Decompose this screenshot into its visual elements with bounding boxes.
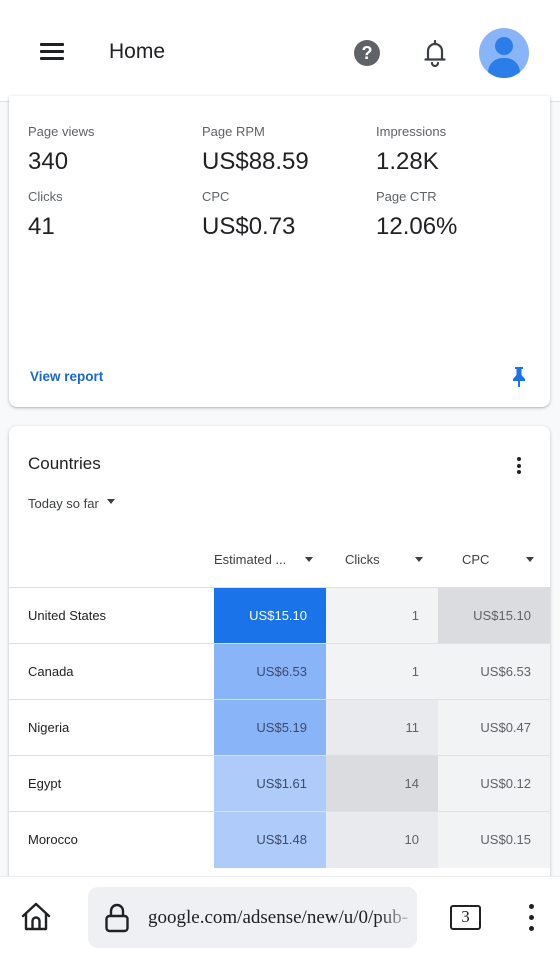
country-cell: Canada	[28, 664, 74, 679]
cpc-cell: US$6.53	[438, 644, 550, 700]
account-avatar-icon[interactable]	[479, 28, 529, 78]
column-label: Clicks	[345, 552, 380, 567]
more-vertical-icon[interactable]	[515, 457, 523, 477]
metric-impressions: Impressions 1.28K	[376, 124, 446, 176]
top-app-bar: Home ?	[0, 0, 560, 102]
earnings-cell: US$1.48	[214, 812, 326, 868]
metric-label: Page CTR	[376, 189, 437, 204]
sort-caret-icon	[526, 557, 534, 562]
earnings-cell: US$1.61	[214, 756, 326, 812]
metric-label: Page views	[28, 124, 95, 139]
metric-label: Clicks	[28, 189, 63, 204]
countries-table: United States US$15.10 1 US$15.10 Canada…	[9, 587, 550, 868]
help-circle-icon[interactable]: ?	[354, 40, 380, 66]
lock-icon	[104, 903, 130, 933]
metric-value: 1.28K	[376, 148, 439, 175]
earnings-cell: US$15.10	[214, 588, 326, 644]
cpc-cell: US$0.15	[438, 812, 550, 868]
table-row[interactable]: United States US$15.10 1 US$15.10	[9, 587, 550, 644]
pin-icon[interactable]	[512, 366, 526, 388]
clicks-cell: 1	[326, 588, 438, 644]
clicks-cell: 11	[326, 700, 438, 756]
metric-label: Page RPM	[202, 124, 265, 139]
sort-caret-icon	[415, 557, 423, 562]
column-label: CPC	[462, 552, 490, 567]
metric-page-views: Page views 340	[28, 124, 94, 176]
url-text: google.com/adsense/new/u/0/pub-	[148, 907, 409, 928]
table-row[interactable]: Nigeria US$5.19 11 US$0.47	[9, 699, 550, 756]
earnings-cell: US$5.19	[214, 700, 326, 756]
metric-page-ctr: Page CTR 12.06%	[376, 189, 457, 241]
address-bar[interactable]: google.com/adsense/new/u/0/pub-	[88, 887, 417, 948]
table-row[interactable]: Morocco US$1.48 10 US$0.15	[9, 811, 550, 868]
browser-toolbar: google.com/adsense/new/u/0/pub- 3	[0, 876, 560, 960]
metric-value: 340	[28, 148, 69, 175]
cpc-cell: US$0.12	[438, 756, 550, 812]
metric-value: US$0.73	[202, 213, 296, 240]
tab-switcher-button[interactable]: 3	[450, 905, 481, 930]
table-row[interactable]: Canada US$6.53 1 US$6.53	[9, 643, 550, 700]
metric-value: US$88.59	[202, 148, 309, 175]
earnings-cell: US$6.53	[214, 644, 326, 700]
countries-card: Countries Today so far Estimated ... Cli…	[9, 426, 550, 896]
more-vertical-icon[interactable]	[526, 904, 536, 936]
url-fade	[377, 887, 417, 948]
date-range-dropdown[interactable]: Today so far	[28, 496, 115, 511]
country-cell: United States	[28, 608, 107, 623]
metric-label: Impressions	[376, 124, 447, 139]
caret-down-icon	[106, 499, 115, 505]
clicks-cell: 10	[326, 812, 438, 868]
metric-value: 12.06%	[376, 213, 458, 240]
country-cell: Nigeria	[28, 720, 70, 735]
metric-value: 41	[28, 213, 55, 240]
sort-caret-icon	[305, 557, 313, 562]
column-header-cpc[interactable]: CPC	[462, 552, 534, 567]
country-cell: Egypt	[28, 776, 62, 791]
avatar-body	[488, 58, 520, 78]
metric-cpc: CPC US$0.73	[202, 189, 295, 241]
hamburger-menu-icon[interactable]	[40, 43, 64, 61]
clicks-cell: 1	[326, 644, 438, 700]
cpc-cell: US$0.47	[438, 700, 550, 756]
performance-summary-card: Page views 340 Page RPM US$88.59 Impress…	[9, 96, 550, 407]
metric-clicks: Clicks 41	[28, 189, 63, 241]
column-header-clicks[interactable]: Clicks	[345, 552, 423, 567]
bell-icon[interactable]	[422, 38, 448, 68]
table-row[interactable]: Egypt US$1.61 14 US$0.12	[9, 755, 550, 812]
date-range-label: Today so far	[28, 496, 99, 511]
adsense-home-screen: Home ? Page views 340 Page RPM US$88.59 …	[0, 0, 560, 960]
column-header-estimated-earnings[interactable]: Estimated ...	[214, 552, 313, 567]
cpc-cell: US$15.10	[438, 588, 550, 644]
country-cell: Morocco	[28, 832, 78, 847]
clicks-cell: 14	[326, 756, 438, 812]
avatar-head	[495, 37, 513, 55]
view-report-link[interactable]: View report	[30, 369, 103, 384]
page-title: Home	[109, 40, 166, 63]
card-title: Countries	[28, 454, 101, 473]
metric-page-rpm: Page RPM US$88.59	[202, 124, 309, 176]
home-icon[interactable]	[20, 901, 52, 933]
metric-label: CPC	[202, 189, 230, 204]
column-label: Estimated ...	[214, 552, 287, 567]
